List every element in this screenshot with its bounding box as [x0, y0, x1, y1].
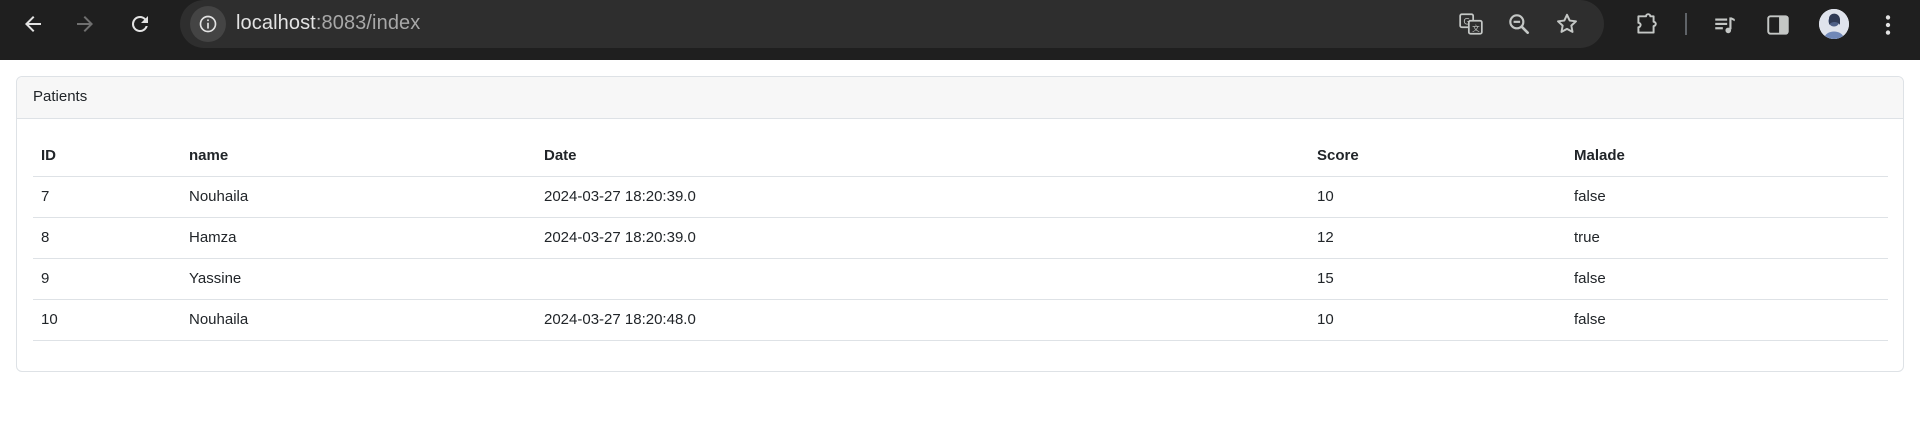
cell-date: 2024-03-27 18:20:39.0 — [536, 217, 1309, 259]
translate-button[interactable]: G文 — [1457, 10, 1485, 38]
address-bar[interactable]: localhost:8083/index G文 — [180, 0, 1604, 48]
bookmark-star-icon — [1557, 13, 1577, 33]
column-header-malade: Malade — [1566, 135, 1888, 177]
forward-icon — [77, 16, 93, 32]
card-header: Patients — [17, 77, 1903, 119]
cell-name: Nouhaila — [181, 299, 536, 341]
profile-avatar[interactable] — [1819, 9, 1849, 39]
cell-id: 8 — [33, 217, 181, 259]
cell-id: 7 — [33, 176, 181, 218]
cell-score: 10 — [1309, 176, 1566, 218]
cell-name: Yassine — [181, 258, 536, 300]
cell-malade: false — [1566, 176, 1888, 218]
reload-button[interactable] — [120, 7, 160, 41]
url-text[interactable]: localhost:8083/index — [236, 12, 420, 35]
card-title: Patients — [33, 88, 88, 105]
side-panel-button[interactable] — [1763, 10, 1793, 40]
url-path: :8083/index — [315, 12, 421, 34]
cell-date: 2024-03-27 18:20:48.0 — [536, 299, 1309, 341]
browser-toolbar: localhost:8083/index G文 — [0, 0, 1920, 60]
card-body: ID name Date Score Malade 7 Nouhaila 202… — [17, 119, 1903, 341]
site-info-button[interactable] — [190, 6, 226, 42]
cell-malade: false — [1566, 299, 1888, 341]
avatar-image — [1819, 9, 1849, 39]
cell-name: Nouhaila — [181, 176, 536, 218]
cell-malade: false — [1566, 258, 1888, 300]
toolbar-divider — [1685, 13, 1687, 35]
table-row: 9 Yassine 15 false — [33, 258, 1888, 300]
patients-card: Patients ID name Date Score Malade 7 Nou… — [16, 76, 1904, 372]
media-queue-icon — [1715, 17, 1735, 34]
table-header-row: ID name Date Score Malade — [33, 135, 1888, 177]
column-header-score: Score — [1309, 135, 1566, 177]
svg-text:G: G — [1463, 18, 1470, 28]
forward-button[interactable] — [65, 7, 105, 41]
table-row: 8 Hamza 2024-03-27 18:20:39.0 12 true — [33, 217, 1888, 259]
cell-score: 10 — [1309, 299, 1566, 341]
cell-name: Hamza — [181, 217, 536, 259]
column-header-id: ID — [33, 135, 181, 177]
zoom-icon — [1509, 14, 1529, 34]
back-button[interactable] — [13, 7, 53, 41]
cell-id: 9 — [33, 258, 181, 300]
side-panel-icon — [1767, 15, 1789, 35]
svg-text:文: 文 — [1472, 23, 1480, 33]
cell-date — [536, 258, 1309, 300]
back-icon — [25, 16, 41, 32]
kebab-menu-icon — [1885, 15, 1891, 35]
cell-id: 10 — [33, 299, 181, 341]
extensions-icon — [1637, 13, 1657, 34]
zoom-button[interactable] — [1505, 10, 1533, 38]
reload-icon — [131, 15, 148, 32]
cell-date: 2024-03-27 18:20:39.0 — [536, 176, 1309, 218]
translate-icon: G文 — [1459, 13, 1483, 35]
column-header-name: name — [181, 135, 536, 177]
cell-score: 12 — [1309, 217, 1566, 259]
patients-table: ID name Date Score Malade 7 Nouhaila 202… — [33, 135, 1888, 341]
cell-score: 15 — [1309, 258, 1566, 300]
table-row: 7 Nouhaila 2024-03-27 18:20:39.0 10 fals… — [33, 176, 1888, 218]
site-info-icon — [199, 15, 217, 33]
media-queue-button[interactable] — [1710, 10, 1740, 40]
column-header-date: Date — [536, 135, 1309, 177]
extensions-button[interactable] — [1631, 10, 1661, 40]
bookmark-button[interactable] — [1553, 10, 1581, 38]
url-host: localhost — [236, 12, 316, 34]
table-row: 10 Nouhaila 2024-03-27 18:20:48.0 10 fal… — [33, 299, 1888, 341]
cell-malade: true — [1566, 217, 1888, 259]
menu-button[interactable] — [1873, 10, 1903, 40]
